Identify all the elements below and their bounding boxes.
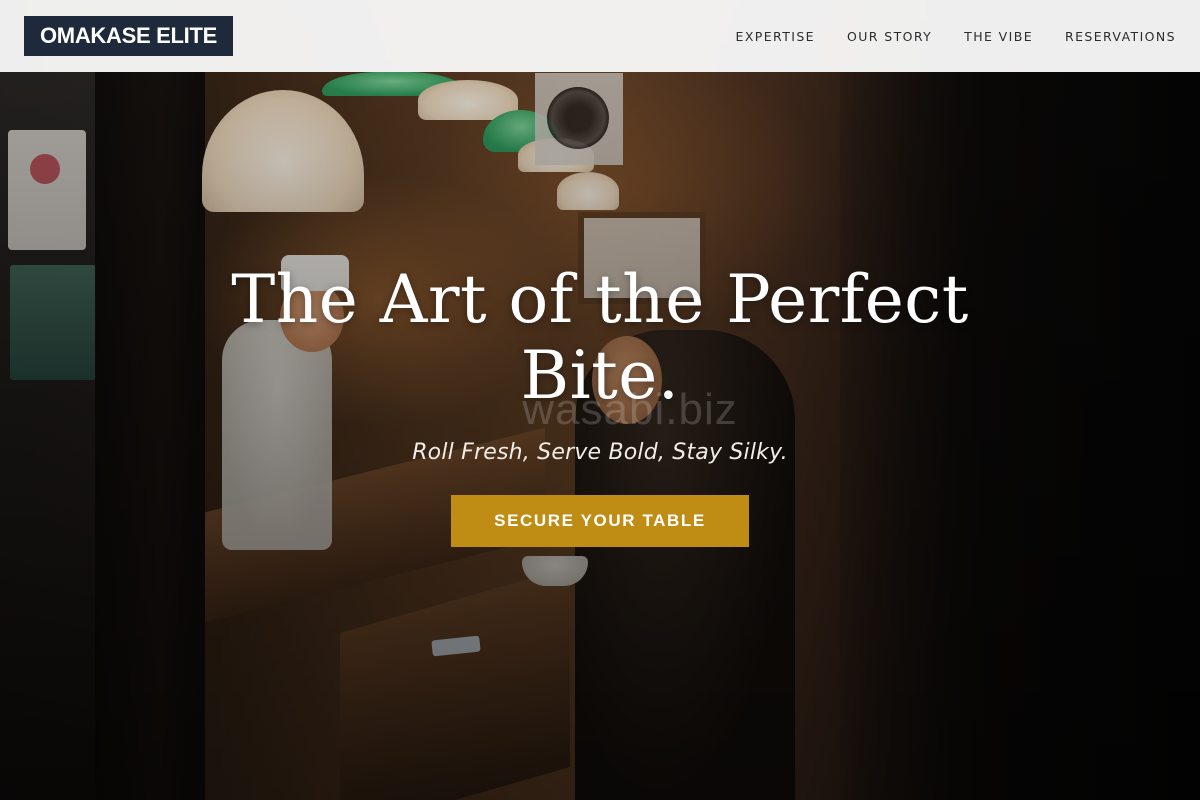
hero-title: The Art of the Perfect Bite. bbox=[231, 261, 969, 414]
nav-link-reservations[interactable]: RESERVATIONS bbox=[1065, 29, 1176, 44]
secure-table-button[interactable]: SECURE YOUR TABLE bbox=[451, 495, 749, 547]
hero-tagline: Roll Fresh, Serve Bold, Stay Silky. bbox=[412, 440, 788, 465]
nav-link-expertise[interactable]: EXPERTISE bbox=[736, 29, 815, 44]
nav-link-our-story[interactable]: OUR STORY bbox=[847, 29, 932, 44]
nav-link-the-vibe[interactable]: THE VIBE bbox=[964, 29, 1033, 44]
brand-logo[interactable]: OMAKASE ELITE bbox=[24, 16, 233, 56]
hero-section: The Art of the Perfect Bite. Roll Fresh,… bbox=[0, 262, 1200, 547]
top-navbar: OMAKASE ELITE EXPERTISE OUR STORY THE VI… bbox=[0, 0, 1200, 72]
main-nav: EXPERTISE OUR STORY THE VIBE RESERVATION… bbox=[736, 29, 1176, 44]
